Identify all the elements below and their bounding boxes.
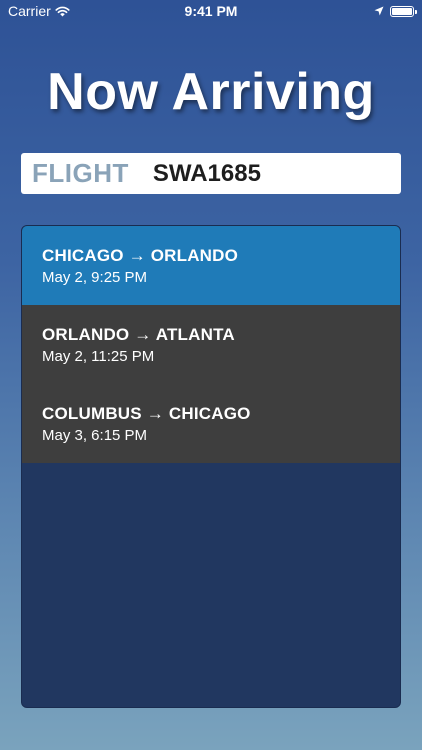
- leg-route: ORLANDO → ATLANTA: [42, 325, 235, 344]
- flight-label: FLIGHT: [32, 158, 129, 188]
- flight-number-input[interactable]: [140, 153, 422, 194]
- battery-level: [392, 7, 412, 15]
- leg-time: May 3, 6:15 PM: [42, 427, 148, 444]
- battery-icon: [390, 5, 417, 17]
- status-bar: Carrier 9:41 PM: [0, 0, 422, 22]
- flight-legs-list[interactable]: CHICAGO → ORLANDO May 2, 9:25 PM ORLANDO…: [21, 225, 401, 708]
- flight-leg-row[interactable]: ORLANDO → ATLANTA May 2, 11:25 PM: [22, 305, 400, 384]
- wifi-icon: [55, 6, 70, 16]
- flight-search-box[interactable]: FLIGHT: [21, 153, 422, 194]
- carrier-name: Carrier: [8, 3, 51, 19]
- leg-time: May 2, 11:25 PM: [42, 348, 155, 365]
- location-arrow-icon: [374, 6, 384, 16]
- leg-route: COLUMBUS → CHICAGO: [42, 404, 251, 423]
- flight-leg-row[interactable]: CHICAGO → ORLANDO May 2, 9:25 PM: [22, 226, 400, 305]
- status-left: Carrier: [8, 3, 70, 19]
- leg-time: May 2, 9:25 PM: [42, 269, 148, 286]
- page-title: Now Arriving: [47, 63, 375, 121]
- status-right: [374, 5, 417, 17]
- leg-route: CHICAGO → ORLANDO: [42, 246, 239, 265]
- flight-leg-row[interactable]: COLUMBUS → CHICAGO May 3, 6:15 PM: [22, 384, 400, 463]
